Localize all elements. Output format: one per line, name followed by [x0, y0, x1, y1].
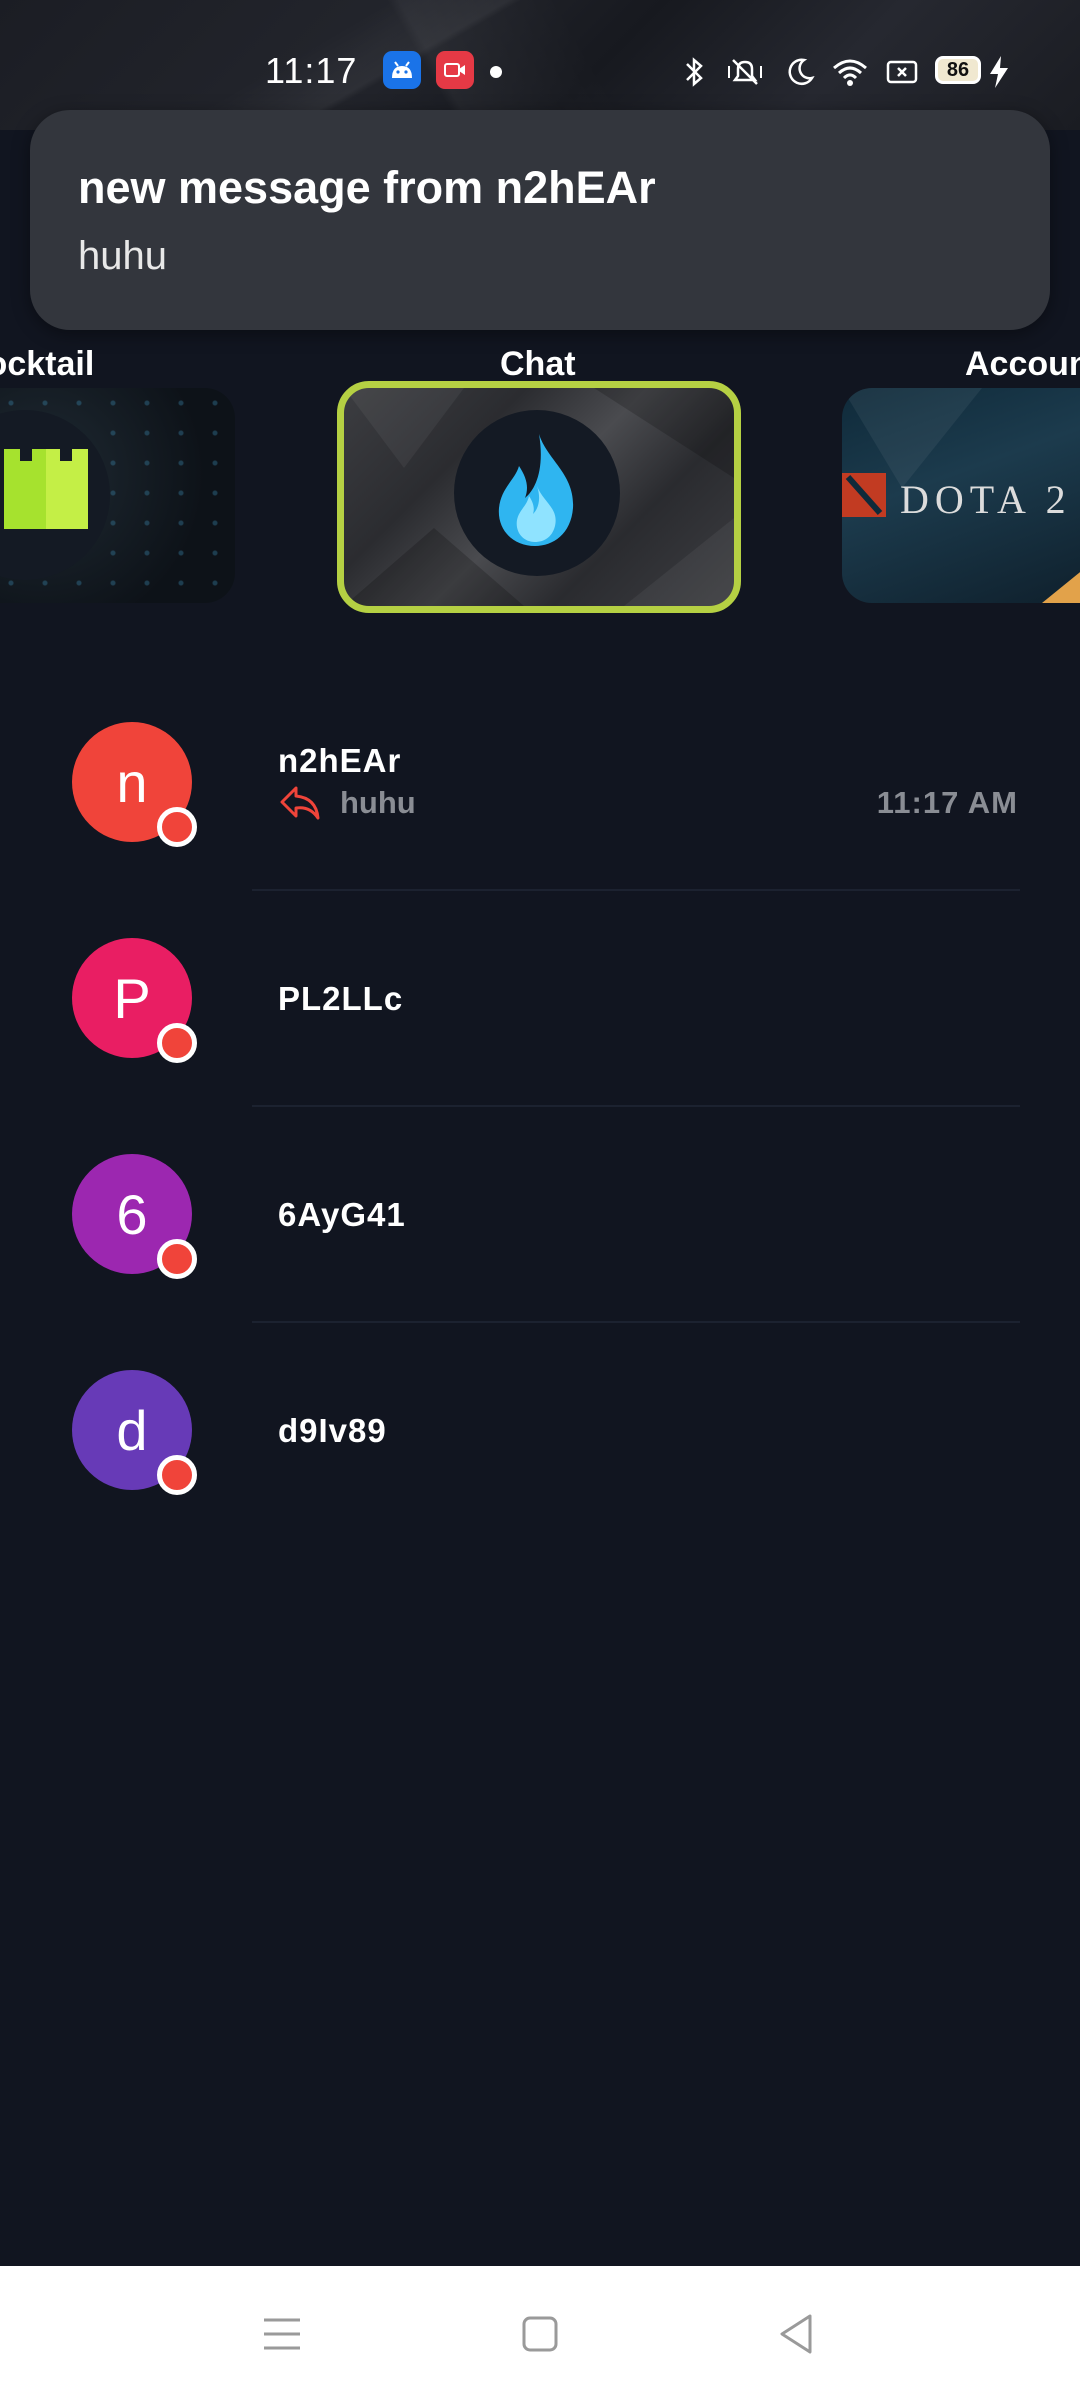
chat-username: n2hEAr: [278, 742, 402, 779]
menu-icon[interactable]: [252, 2306, 312, 2362]
unread-badge: [157, 1023, 197, 1063]
chat-time: 11:17 AM: [876, 785, 1018, 820]
do-not-disturb-icon: [788, 58, 815, 85]
unread-badge: [157, 1239, 197, 1279]
silent-icon: [728, 59, 762, 85]
tab-account-label: Account: [965, 345, 1080, 383]
divider: [252, 1321, 1020, 1323]
chat-preview: huhu: [340, 785, 416, 820]
chat-username: 6AyG41: [278, 1196, 406, 1233]
tab-chat[interactable]: [337, 381, 741, 613]
home-icon[interactable]: [510, 2306, 570, 2362]
tab-cocktail[interactable]: [0, 388, 235, 603]
chat-username: PL2LLc: [278, 980, 404, 1017]
notification-title: new message from n2hEAr: [78, 162, 656, 213]
notification-dot-icon: [490, 66, 502, 78]
unread-badge: [157, 807, 197, 847]
system-nav-bar: [0, 2266, 1080, 2400]
reply-icon: [280, 786, 320, 820]
flame-icon: [498, 434, 574, 546]
tab-chat-label: Chat: [500, 345, 576, 383]
chat-username: d9Iv89: [278, 1412, 387, 1449]
chat-item-6AyG41[interactable]: 6 6AyG41: [0, 1154, 1080, 1370]
notification-body: huhu: [78, 234, 167, 278]
dota2-logo: [842, 473, 886, 517]
screen-cast-icon: [886, 60, 918, 84]
chat-item-n2hEAr[interactable]: n n2hEAr huhu 11:17 AM: [0, 722, 1080, 938]
castle-icon: [4, 449, 88, 529]
dota2-text: DOTA 2: [900, 477, 1072, 522]
bluetooth-icon: [686, 57, 703, 87]
message-notification[interactable]: new message from n2hEAr huhu: [30, 110, 1050, 330]
divider: [252, 1105, 1020, 1107]
tab-cocktail-label: Cocktail: [0, 345, 95, 383]
divider: [252, 889, 1020, 891]
tab-account[interactable]: DOTA 2: [842, 388, 1080, 603]
android-debug-icon: [383, 51, 421, 89]
status-time: 11:17: [265, 50, 358, 91]
charging-icon: [990, 56, 1008, 88]
unread-badge: [157, 1455, 197, 1495]
battery-icon: 86: [935, 56, 981, 84]
chat-item-d9Iv89[interactable]: d d9Iv89: [0, 1370, 1080, 1586]
back-icon[interactable]: [766, 2306, 826, 2362]
chat-item-PL2LLc[interactable]: P PL2LLc: [0, 938, 1080, 1154]
screen-record-icon: [436, 51, 474, 89]
status-bar: 11:17 86: [0, 36, 1080, 106]
wifi-icon: [833, 59, 867, 86]
